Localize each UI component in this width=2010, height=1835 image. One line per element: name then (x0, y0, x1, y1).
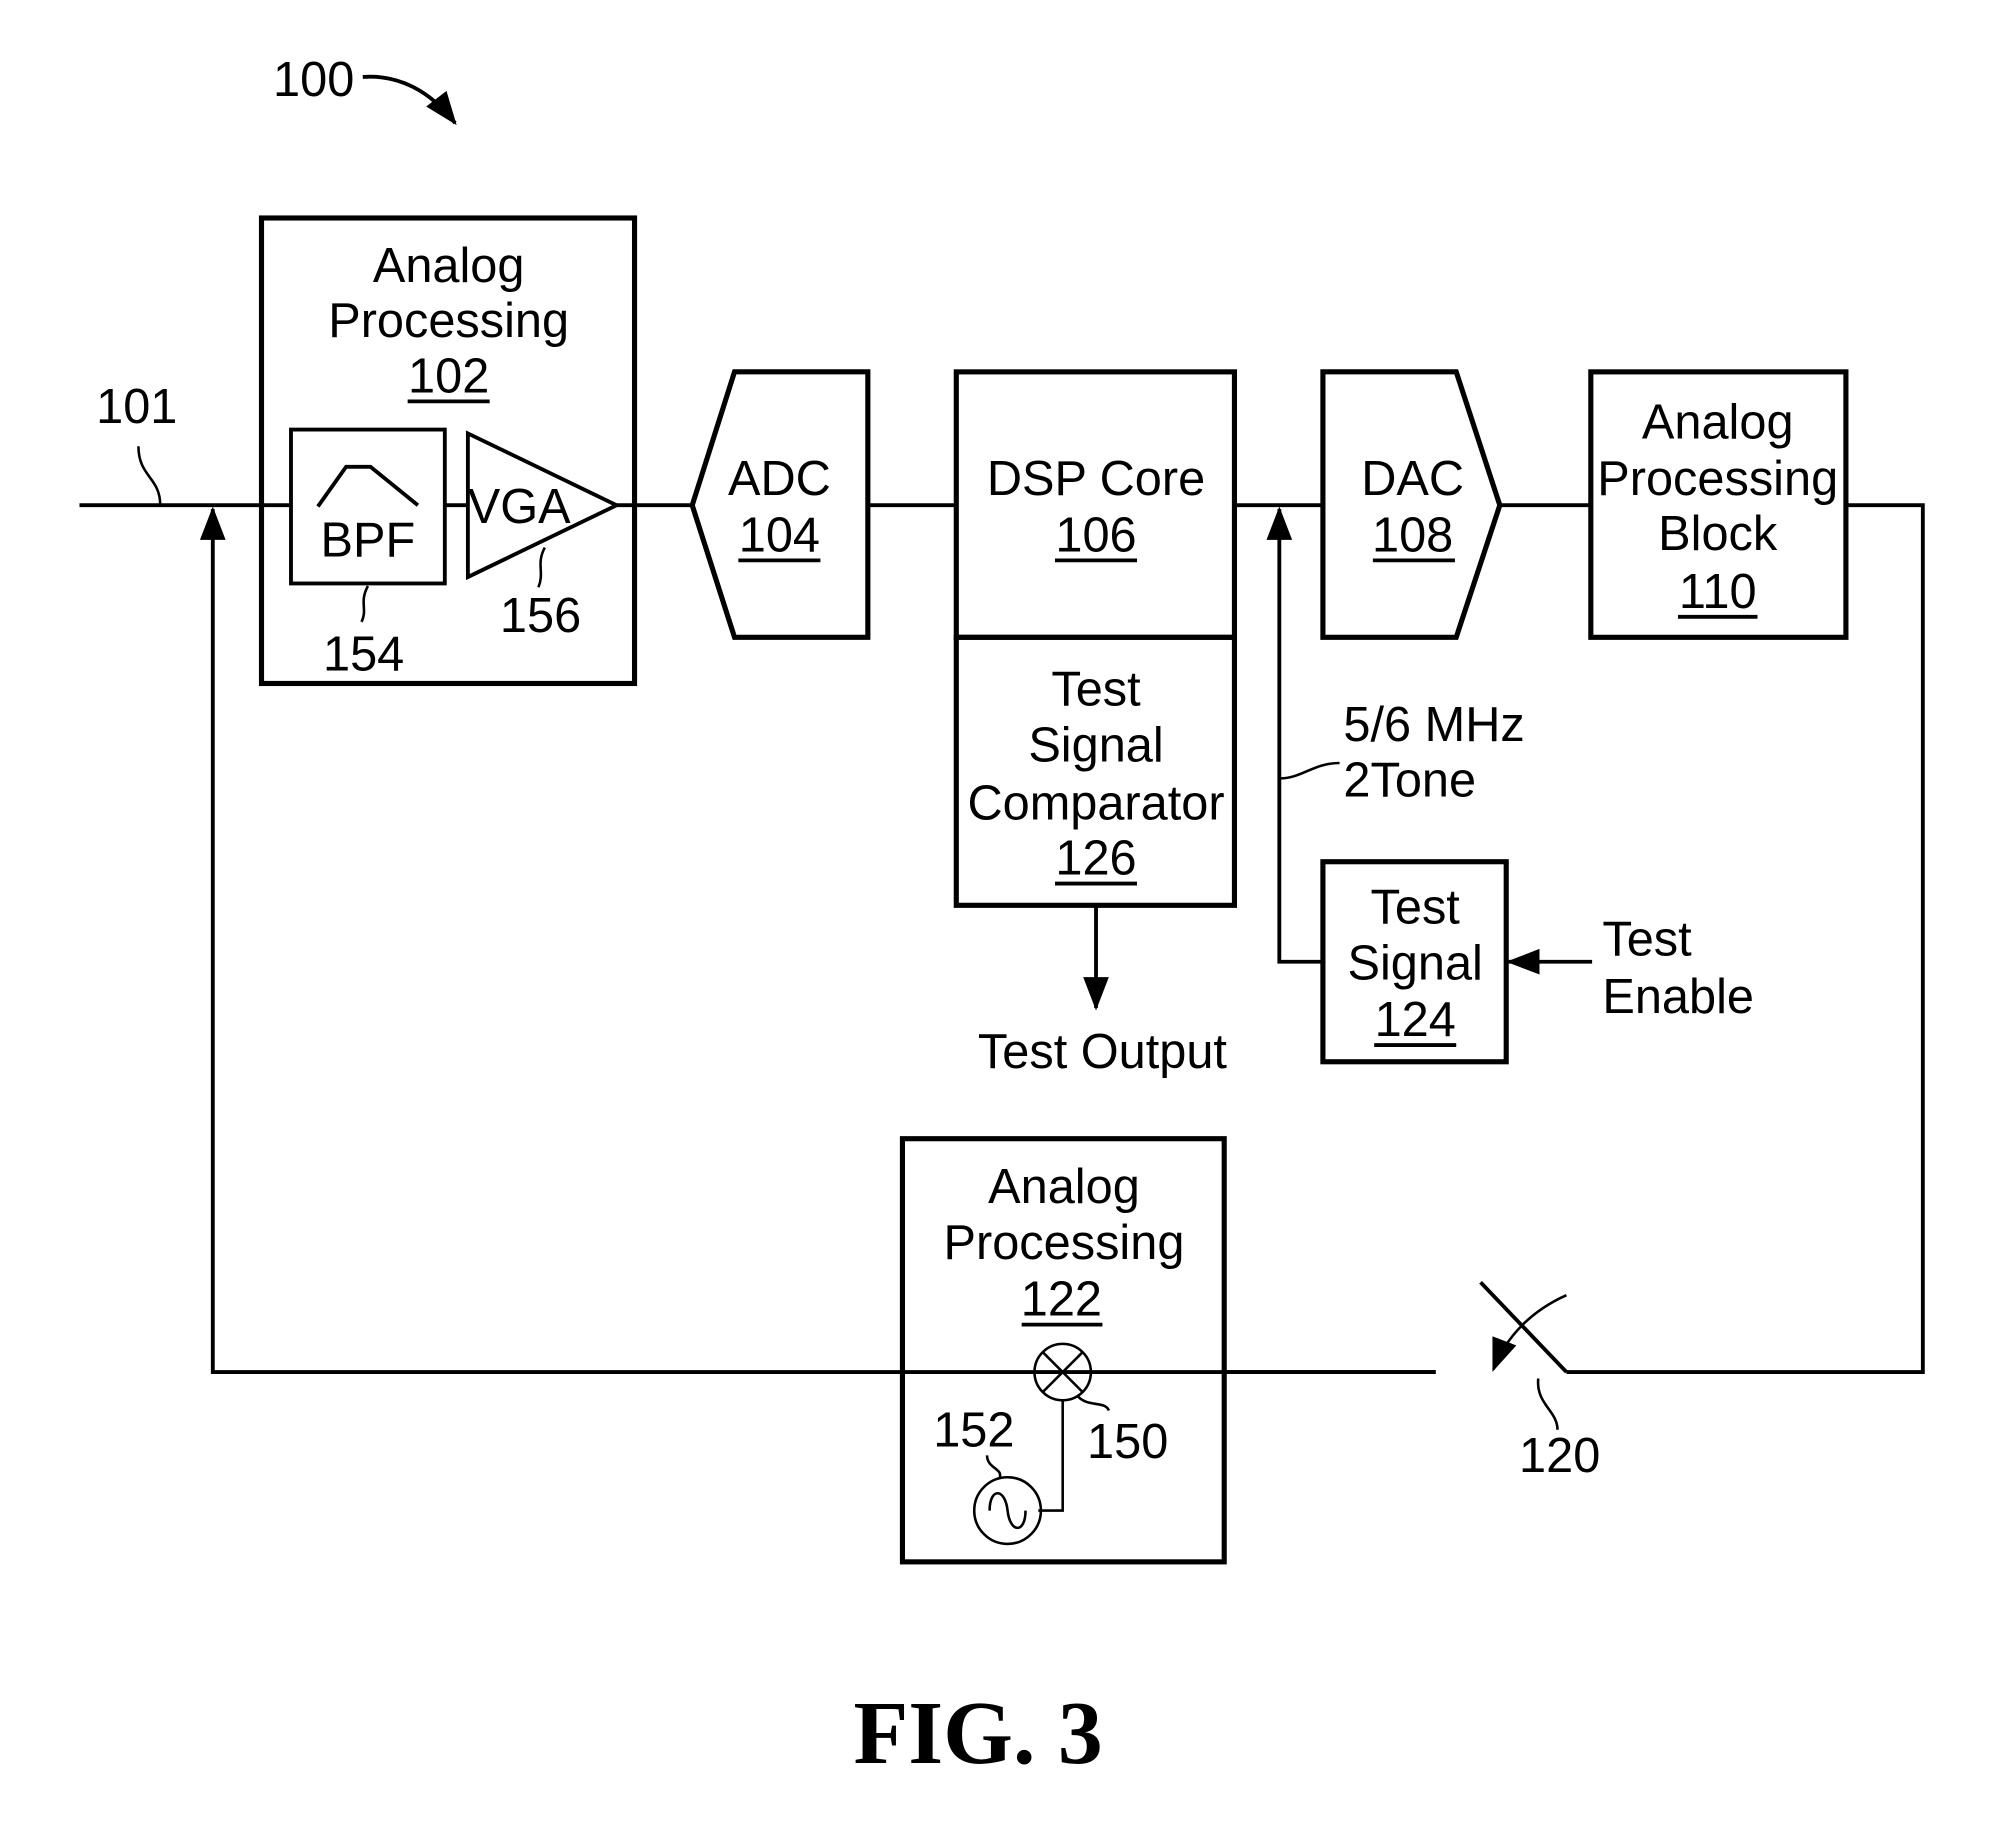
svg-text:VGA: VGA (468, 480, 571, 534)
dac-block: DAC 108 (1320, 369, 1503, 640)
svg-text:BPF: BPF (321, 514, 416, 568)
svg-text:Block: Block (1658, 507, 1778, 561)
bandpass-icon (316, 464, 420, 508)
bpf-block: BPF 154 (289, 427, 447, 682)
tone-leader (1280, 761, 1340, 780)
test-enable-label-line2: Enable (1602, 970, 1754, 1024)
test-signal-generator-block: Test Signal 124 (1320, 859, 1509, 1065)
oscillator-ref-label: 152 (933, 1403, 1014, 1457)
vga-amplifier: VGA 156 (465, 430, 622, 643)
analog-processing-block-110: Analog Processing Block 110 (1588, 369, 1849, 640)
svg-text:Signal: Signal (1028, 719, 1163, 773)
svg-text:ADC: ADC (728, 452, 831, 506)
tone-label-line1: 5/6 MHz (1343, 698, 1524, 752)
svg-text:108: 108 (1372, 508, 1453, 562)
svg-text:110: 110 (1679, 565, 1757, 619)
svg-text:Analog: Analog (1642, 396, 1794, 450)
input-ref-leader (137, 446, 162, 506)
svg-text:DAC: DAC (1361, 452, 1464, 506)
svg-text:Test: Test (1051, 662, 1141, 716)
svg-text:Analog: Analog (373, 239, 525, 293)
block-diagram: 100 101 Analog Processing 102 BPF 154 VG… (79, 53, 1925, 1783)
mixer: 150 (1033, 1342, 1168, 1469)
figure-caption: FIG. 3 (853, 1684, 1102, 1783)
switch-blade (1479, 1280, 1568, 1374)
svg-text:122: 122 (1021, 1273, 1102, 1327)
svg-text:102: 102 (408, 349, 489, 403)
svg-text:106: 106 (1055, 508, 1136, 562)
oscillator: 152 (933, 1400, 1064, 1546)
analog-processing-122: Analog Processing 122 (899, 1136, 1436, 1565)
system-ref-label: 100 (273, 53, 354, 107)
bpf-ref-label: 154 (323, 628, 404, 682)
svg-text:124: 124 (1375, 993, 1456, 1047)
svg-text:Signal: Signal (1348, 937, 1483, 991)
test-enable-label-line1: Test (1602, 912, 1692, 966)
svg-text:Analog: Analog (988, 1160, 1140, 1214)
svg-text:Test: Test (1371, 880, 1461, 934)
svg-text:DSP Core: DSP Core (987, 452, 1205, 506)
svg-text:Comparator: Comparator (967, 776, 1224, 830)
test-output-label: Test Output (978, 1025, 1227, 1079)
svg-text:Processing: Processing (328, 294, 569, 348)
svg-text:104: 104 (739, 508, 820, 562)
svg-text:Processing: Processing (1597, 452, 1838, 506)
test-signal-comparator-block: Test Signal Comparator 126 (953, 634, 1238, 908)
dsp-core-block: DSP Core 106 (953, 369, 1238, 640)
vga-ref-label: 156 (500, 589, 581, 643)
mixer-ref-label: 150 (1087, 1415, 1168, 1469)
system-ref-arrow (362, 74, 457, 126)
adc-block: ADC 104 (689, 369, 871, 640)
test-signal-injection-line (1266, 506, 1323, 964)
svg-text:Processing: Processing (944, 1216, 1185, 1270)
tone-label-line2: 2Tone (1343, 753, 1476, 807)
svg-text:126: 126 (1055, 832, 1136, 886)
input-ref-label: 101 (96, 380, 177, 434)
switch-ref-label: 120 (1519, 1429, 1600, 1483)
sine-wave-icon (988, 1491, 1027, 1530)
